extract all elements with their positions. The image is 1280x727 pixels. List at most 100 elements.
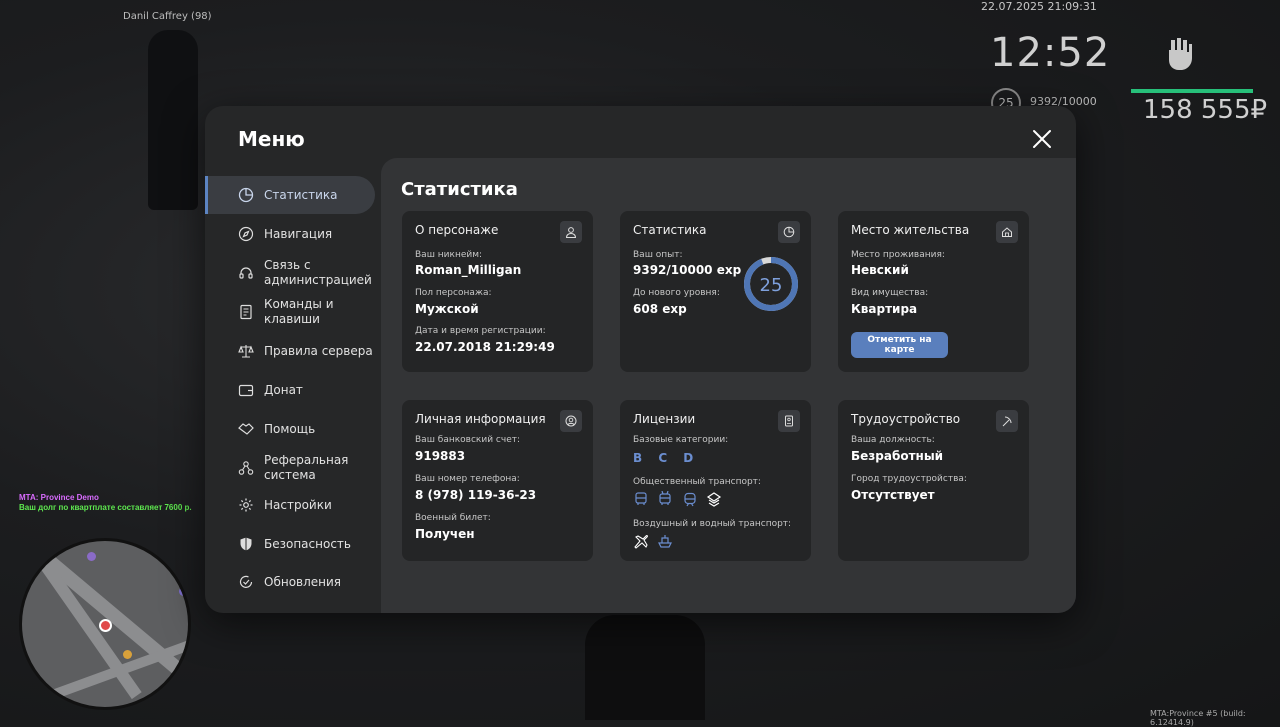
sidebar-item-label: Настройки xyxy=(264,497,332,512)
level-value: 25 xyxy=(760,275,783,296)
military-label: Военный билет: xyxy=(415,513,491,523)
exp-label: Ваш опыт: xyxy=(633,250,683,260)
sidebar-item-settings[interactable]: Настройки xyxy=(205,486,375,524)
player-character-lower xyxy=(585,615,705,720)
public-transport-label: Общественный транспорт: xyxy=(633,477,761,487)
taxi-icon xyxy=(706,492,722,507)
chat-line: Ваш долг по квартплате составляет 7600 р… xyxy=(19,503,192,512)
headset-icon xyxy=(239,267,253,279)
map-marker xyxy=(123,650,132,659)
hud-datetime: 22.07.2025 21:09:31 xyxy=(981,0,1097,13)
gear-icon xyxy=(239,498,253,512)
scales-icon xyxy=(238,345,254,358)
sidebar-item-label: Статистика xyxy=(264,187,338,202)
card-title: Статистика xyxy=(633,223,707,237)
boat-icon xyxy=(658,535,672,548)
sidebar-item-statistics[interactable]: Статистика xyxy=(205,176,375,214)
licenses-card: Лицензии Базовые категории: B C D Общест… xyxy=(620,400,811,561)
home-icon xyxy=(996,221,1018,243)
sidebar-item-label: Реферальная система xyxy=(264,453,349,482)
residence-card: Место жительства Место проживания: Невск… xyxy=(838,211,1029,372)
bank-label: Ваш банковский счет: xyxy=(415,435,521,445)
handshake-icon xyxy=(238,423,254,435)
stats-panel: Статистика О персонаже Ваш никнейм: Roma… xyxy=(381,158,1076,613)
registration-value: 22.07.2018 21:29:49 xyxy=(415,340,555,354)
pie-chart-icon xyxy=(778,221,800,243)
player-character xyxy=(148,30,198,210)
property-type-value: Квартира xyxy=(851,302,918,316)
map-marker xyxy=(179,587,188,596)
exp-value: 9392/10000 exp xyxy=(633,263,742,277)
airplane-icon xyxy=(634,535,648,549)
sidebar-item-label: Связь с администрацией xyxy=(264,258,372,287)
employment-card: Трудоустройство Ваша должность: Безработ… xyxy=(838,400,1029,561)
id-card-icon xyxy=(778,410,800,432)
bus-icon xyxy=(635,492,647,505)
next-level-label: До нового уровня: xyxy=(633,288,720,298)
map-marker xyxy=(172,569,181,578)
sidebar-item-label: Безопасность xyxy=(264,536,351,551)
nickname-value: Roman_Milligan xyxy=(415,263,522,277)
sidebar-item-rules[interactable]: Правила сервера xyxy=(205,332,375,370)
menu-window: Меню Статистика Навигация Связь с админи… xyxy=(205,106,1076,613)
sidebar-item-label: Обновления xyxy=(264,574,342,589)
pickaxe-icon xyxy=(996,410,1018,432)
level-progress-ring: 25 xyxy=(744,257,798,311)
wallet-icon xyxy=(238,384,254,397)
menu-title: Меню xyxy=(238,127,305,151)
card-title: Трудоустройство xyxy=(851,412,961,426)
hud-clock: 12:52 xyxy=(990,30,1111,76)
base-categories-label: Базовые категории: xyxy=(633,435,729,445)
mark-on-map-button[interactable]: Отметить на карте xyxy=(851,332,948,358)
build-info: MTA:Province #5 (build: 6.12414.9) xyxy=(1150,709,1246,727)
bank-value: 919883 xyxy=(415,449,466,463)
card-title: Личная информация xyxy=(415,412,546,426)
sidebar-item-commands[interactable]: Команды и клавиши xyxy=(205,293,375,331)
residence-place-label: Место проживания: xyxy=(851,250,945,260)
military-value: Получен xyxy=(415,527,475,541)
base-categories-value: B C D xyxy=(633,451,700,465)
character-card: О персонаже Ваш никнейм: Roman_Milligan … xyxy=(402,211,593,372)
document-icon xyxy=(240,304,252,320)
page-title: Статистика xyxy=(401,179,518,200)
refresh-check-icon xyxy=(239,575,253,588)
user-circle-icon xyxy=(560,410,582,432)
minimap xyxy=(19,538,191,710)
sidebar-item-navigation[interactable]: Навигация xyxy=(205,215,375,253)
gender-value: Мужской xyxy=(415,302,479,316)
residence-place-value: Невский xyxy=(851,263,909,277)
sidebar-item-updates[interactable]: Обновления xyxy=(205,563,375,601)
sidebar-item-donate[interactable]: Донат xyxy=(205,371,375,409)
chat-line: MTA: Province Demo xyxy=(19,493,99,502)
card-title: Лицензии xyxy=(633,412,696,426)
player-nickname-tag: Danil Caffrey (98) xyxy=(123,11,212,22)
position-value: Безработный xyxy=(851,449,944,463)
next-level-value: 608 exp xyxy=(633,302,687,316)
phone-label: Ваш номер телефона: xyxy=(415,474,520,484)
air-water-transport-label: Воздушный и водный транспорт: xyxy=(633,519,792,529)
map-marker xyxy=(87,552,96,561)
card-title: О персонаже xyxy=(415,223,499,237)
nickname-label: Ваш никнейм: xyxy=(415,250,483,260)
close-icon[interactable] xyxy=(1029,126,1055,152)
hud-money: 158 555₽ xyxy=(1143,95,1268,125)
sidebar-item-admin-contact[interactable]: Связь с администрацией xyxy=(205,254,375,292)
user-icon xyxy=(560,221,582,243)
sidebar-item-help[interactable]: Помощь xyxy=(205,410,375,448)
gender-label: Пол персонажа: xyxy=(415,288,492,298)
sidebar-item-label: Команды и клавиши xyxy=(264,297,334,326)
fist-icon xyxy=(1169,38,1192,70)
position-label: Ваша должность: xyxy=(851,435,935,445)
registration-label: Дата и время регистрации: xyxy=(415,326,546,336)
employment-city-value: Отсутствует xyxy=(851,488,935,502)
tram-icon xyxy=(684,492,696,507)
sidebar-item-label: Навигация xyxy=(264,226,333,241)
chat-box: MTA: Province Demo Ваш долг по квартплат… xyxy=(19,493,192,513)
sidebar-item-security[interactable]: Безопасность xyxy=(205,525,375,563)
hud-health-bar xyxy=(1131,89,1253,93)
compass-icon xyxy=(238,226,254,242)
sidebar-item-referral[interactable]: Реферальная система xyxy=(205,449,375,487)
statistics-card: Статистика Ваш опыт: 9392/10000 exp До н… xyxy=(620,211,811,372)
network-icon xyxy=(238,461,254,475)
sidebar-item-label: Правила сервера xyxy=(264,343,373,358)
